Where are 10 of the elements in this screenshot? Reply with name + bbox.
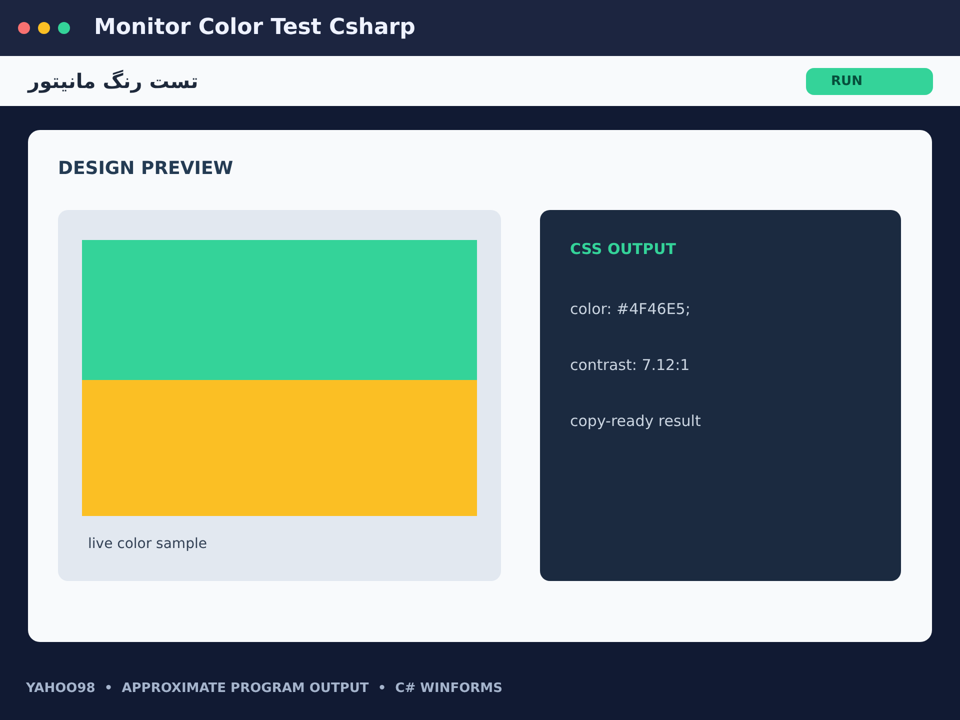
card-title: DESIGN PREVIEW xyxy=(58,158,234,180)
run-button[interactable]: RUN xyxy=(806,68,933,94)
footer-text: YAHOO98 • APPROXIMATE PROGRAM OUTPUT • C# WINFORMS xyxy=(26,680,502,698)
output-line: contrast: 7.12:1 xyxy=(570,356,690,374)
toolbar-title: تست رنگ مانیتور xyxy=(28,71,198,91)
output-title: CSS OUTPUT xyxy=(570,240,676,258)
window-title: Monitor Color Test Csharp xyxy=(94,17,416,39)
output-line: copy-ready result xyxy=(570,412,701,430)
output-line: color: #4F46E5; xyxy=(570,300,690,318)
preview-caption: live color sample xyxy=(88,535,207,553)
